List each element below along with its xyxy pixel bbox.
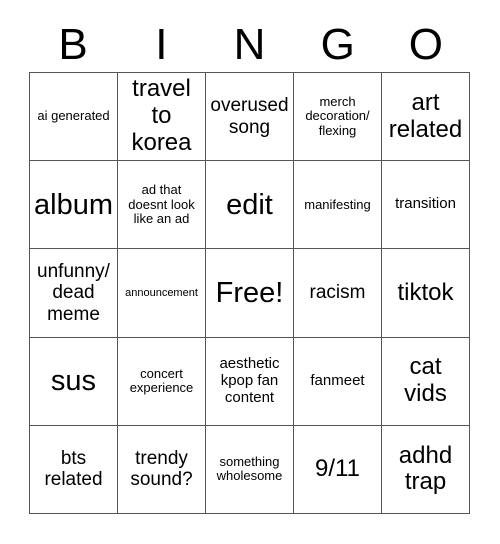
bingo-cell[interactable]: fanmeet	[294, 337, 382, 426]
bingo-cell-label: sus	[50, 364, 97, 397]
bingo-cell-label: cat vids	[404, 353, 447, 408]
bingo-header-row: B I N G O	[29, 18, 470, 72]
bingo-cell-label: ad that doesnt look like an ad	[128, 181, 195, 227]
bingo-cell-label: tiktok	[397, 278, 454, 306]
bingo-card: B I N G O ai generated travel to korea o…	[0, 0, 500, 544]
bingo-cell[interactable]: 9/11	[294, 425, 382, 514]
bingo-cell[interactable]: cat vids	[382, 337, 470, 426]
bingo-cell-label: adhd trap	[398, 441, 453, 496]
bingo-cell[interactable]: ad that doesnt look like an ad	[118, 161, 206, 250]
bingo-cell[interactable]: adhd trap	[382, 425, 470, 514]
header-letter-g: G	[320, 20, 355, 69]
bingo-cell-label: 9/11	[315, 454, 360, 482]
bingo-cell[interactable]: aesthetic kpop fan content	[206, 337, 294, 426]
bingo-cell-label: aesthetic kpop fan content	[219, 355, 280, 406]
bingo-cell[interactable]: manifesting	[294, 161, 382, 250]
bingo-cell[interactable]: concert experience	[118, 337, 206, 426]
bingo-cell[interactable]: bts related	[30, 425, 118, 514]
bingo-grid: ai generated travel to korea overused so…	[29, 72, 470, 514]
bingo-cell-label: announcement	[125, 286, 198, 299]
bingo-cell[interactable]: announcement	[118, 249, 206, 338]
bingo-cell-label: album	[34, 188, 113, 221]
bingo-cell[interactable]: unfunny/ dead meme	[30, 249, 118, 338]
bingo-cell-label: something wholesome	[216, 453, 283, 484]
header-letter-o: O	[408, 20, 444, 69]
bingo-cell-label: fanmeet	[310, 371, 365, 389]
bingo-cell[interactable]: merch decoration/ flexing	[294, 73, 382, 162]
bingo-cell[interactable]: transition	[382, 161, 470, 250]
bingo-cell[interactable]: trendy sound?	[118, 425, 206, 514]
bingo-cell-label: racism	[309, 282, 366, 304]
header-letter-b: B	[58, 20, 88, 69]
bingo-cell[interactable]: racism	[294, 249, 382, 338]
bingo-cell-label: trendy sound?	[130, 448, 193, 491]
bingo-cell-label: ai generated	[37, 108, 110, 124]
header-letter-n: N	[233, 20, 266, 69]
bingo-cell[interactable]: sus	[30, 337, 118, 426]
bingo-cell-free-space[interactable]: Free!	[206, 249, 294, 338]
bingo-cell-label: art related	[388, 88, 463, 143]
bingo-cell-label: merch decoration/ flexing	[305, 93, 370, 138]
bingo-cell[interactable]: something wholesome	[206, 425, 294, 514]
bingo-cell[interactable]: ai generated	[30, 73, 118, 162]
bingo-cell-label: concert experience	[129, 365, 194, 396]
bingo-cell[interactable]: art related	[382, 73, 470, 162]
bingo-cell-label: transition	[395, 195, 456, 213]
bingo-cell[interactable]: travel to korea	[118, 73, 206, 162]
bingo-cell-label: manifesting	[304, 196, 371, 212]
bingo-cell[interactable]: tiktok	[382, 249, 470, 338]
bingo-free-space-label: Free!	[215, 276, 284, 309]
bingo-cell-label: edit	[226, 188, 273, 221]
bingo-cell-label: travel to korea	[131, 75, 192, 157]
bingo-cell[interactable]: overused song	[206, 73, 294, 162]
bingo-cell-label: overused song	[210, 95, 289, 138]
bingo-cell[interactable]: album	[30, 161, 118, 250]
bingo-cell[interactable]: edit	[206, 161, 294, 250]
header-letter-i: I	[155, 20, 168, 69]
bingo-cell-label: unfunny/ dead meme	[37, 261, 110, 325]
bingo-cell-label: bts related	[44, 448, 103, 491]
